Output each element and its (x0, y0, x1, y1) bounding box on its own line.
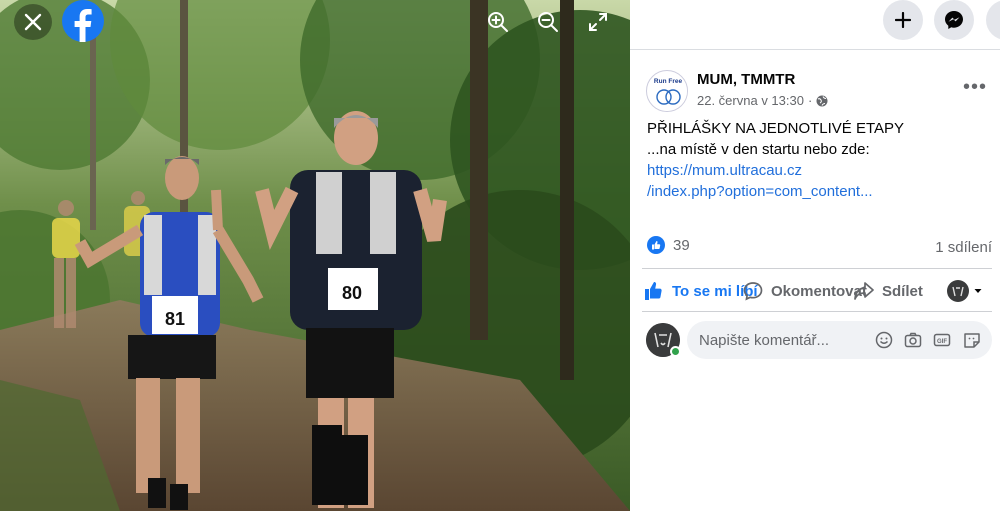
svg-text:GIF: GIF (937, 339, 947, 345)
facebook-photo-viewer: 81 80 Run Free MUM, TMMTR 22. června v 1… (0, 0, 1000, 511)
like-count: 39 (673, 236, 690, 254)
post-link-line-2[interactable]: /index.php?option=com_content... (647, 181, 992, 202)
zoom-out-icon (538, 12, 558, 32)
post-link-line-1[interactable]: https://mum.ultracau.cz (647, 160, 992, 181)
chevron-down-icon (974, 289, 982, 293)
race-photo: 81 80 (0, 0, 630, 511)
header-bar (630, 0, 1000, 50)
zoom-in-button[interactable] (480, 4, 516, 40)
share-button[interactable]: Sdílet (854, 278, 923, 304)
divider (642, 268, 992, 269)
post-date[interactable]: 22. června v 13:30 (697, 93, 804, 108)
like-reaction-icon (647, 236, 665, 254)
messenger-button[interactable] (934, 0, 974, 40)
thumbs-up-icon (645, 282, 662, 300)
plus-icon (895, 12, 911, 28)
create-button[interactable] (883, 0, 923, 40)
messenger-icon (945, 11, 963, 29)
fullscreen-icon (589, 13, 607, 31)
notifications-button[interactable] (986, 0, 1000, 40)
share-button-label: Sdílet (882, 282, 923, 300)
bib-number-80: 80 (342, 283, 362, 303)
photo-viewer: 81 80 (0, 0, 630, 511)
meta-separator: · (807, 93, 813, 108)
comment-icon (743, 282, 763, 301)
emoji-icon[interactable] (875, 331, 893, 349)
page-avatar-text: Run Free (654, 78, 683, 85)
like-button[interactable]: To se mi líbí (644, 278, 758, 304)
post-text: PŘIHLÁŠKY NA JEDNOTLIVÉ ETAPY ...na míst… (647, 118, 992, 202)
post-text-line-2: ...na místě v den startu nebo zde: (647, 141, 870, 158)
profile-avatar-icon (947, 280, 969, 302)
facebook-home-link[interactable] (62, 0, 104, 42)
divider (642, 311, 992, 312)
sticker-icon[interactable] (963, 331, 981, 349)
comment-button-label: Okomentovat (771, 282, 867, 300)
post-meta: 22. června v 13:30 · (697, 93, 828, 108)
page-name[interactable]: MUM, TMMTR (697, 71, 795, 88)
close-button[interactable] (14, 4, 52, 40)
post-text-line-1: PŘIHLÁŠKY NA JEDNOTLIVÉ ETAPY (647, 120, 905, 137)
online-status-indicator (670, 346, 681, 357)
zoom-in-icon (488, 12, 508, 32)
globe-icon (816, 95, 828, 106)
more-options-button[interactable]: ••• (960, 77, 990, 100)
share-icon (854, 282, 874, 300)
comment-button[interactable]: Okomentovat (743, 278, 867, 304)
zoom-out-button[interactable] (530, 4, 566, 40)
page-avatar[interactable]: Run Free (646, 70, 688, 112)
camera-icon[interactable] (904, 331, 922, 349)
comment-input[interactable] (699, 321, 869, 359)
shares-count[interactable]: 1 sdílení (935, 239, 992, 256)
close-icon (24, 13, 42, 31)
fullscreen-button[interactable] (580, 4, 616, 40)
post-panel: Run Free MUM, TMMTR 22. června v 13:30 ·… (630, 0, 1000, 511)
run-free-logo-icon: Run Free (648, 72, 687, 111)
bib-number-81: 81 (165, 309, 185, 329)
comment-box: GIF (687, 321, 992, 359)
gif-icon[interactable]: GIF (933, 331, 951, 349)
reactions-summary[interactable]: 39 (647, 236, 690, 254)
facebook-logo-icon (62, 0, 104, 42)
thumbs-up-icon (652, 241, 661, 250)
profile-selector-button[interactable] (947, 278, 983, 304)
